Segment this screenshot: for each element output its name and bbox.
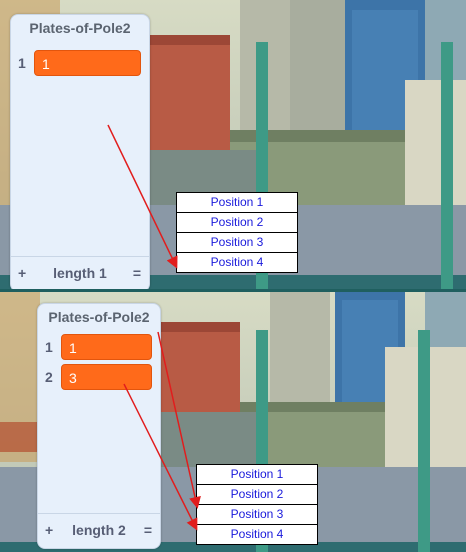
list-item[interactable]: 1 1 <box>38 334 160 362</box>
resize-handle[interactable]: = <box>133 265 141 281</box>
position-label: Position 2 <box>197 485 317 505</box>
list-monitor[interactable]: Plates-of-Pole2 1 1 + length 1 = <box>10 14 150 290</box>
position-table: Position 1 Position 2 Position 3 Positio… <box>176 192 298 273</box>
list-item-value[interactable]: 3 <box>61 364 152 390</box>
list-footer: + length 2 = <box>38 513 160 548</box>
list-item-index: 1 <box>18 55 26 71</box>
list-title: Plates-of-Pole2 <box>48 309 150 325</box>
stage-panel-2: Plates-of-Pole2 1 1 2 3 + length 2 = Pos… <box>0 292 466 552</box>
position-label: Position 2 <box>177 213 297 233</box>
position-label: Position 4 <box>197 525 317 544</box>
list-monitor[interactable]: Plates-of-Pole2 1 1 2 3 + length 2 = <box>37 303 161 549</box>
position-label: Position 3 <box>177 233 297 253</box>
list-length-label: length 2 <box>72 522 126 538</box>
list-item[interactable]: 2 3 <box>38 364 160 392</box>
list-item-index: 2 <box>45 369 53 385</box>
list-item-index: 1 <box>45 339 53 355</box>
stage-panel-1: Plates-of-Pole2 1 1 + length 1 = Positio… <box>0 0 466 290</box>
list-footer: + length 1 = <box>11 256 149 290</box>
position-label: Position 3 <box>197 505 317 525</box>
position-table: Position 1 Position 2 Position 3 Positio… <box>196 464 318 545</box>
list-length-label: length 1 <box>53 265 107 281</box>
position-label: Position 4 <box>177 253 297 272</box>
resize-handle[interactable]: = <box>144 522 152 538</box>
list-item-value[interactable]: 1 <box>34 50 141 76</box>
position-label: Position 1 <box>177 193 297 213</box>
list-title: Plates-of-Pole2 <box>29 20 131 36</box>
position-label: Position 1 <box>197 465 317 485</box>
list-item[interactable]: 1 1 <box>11 50 149 78</box>
list-item-value[interactable]: 1 <box>61 334 152 360</box>
